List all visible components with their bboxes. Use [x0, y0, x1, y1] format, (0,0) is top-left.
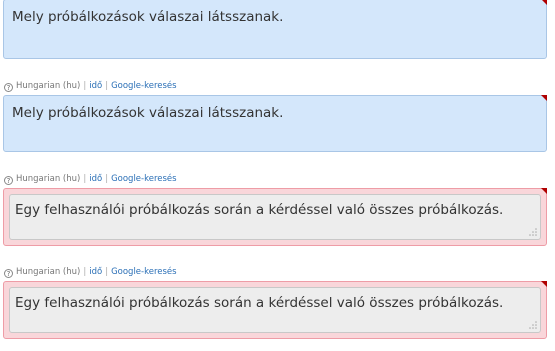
separator: |: [83, 81, 87, 91]
language-label: Hungarian (hu): [16, 267, 81, 277]
resize-grip-icon[interactable]: [529, 228, 537, 236]
separator: |: [105, 267, 109, 277]
time-link[interactable]: idő: [89, 81, 102, 91]
corner-marker: [541, 281, 547, 287]
language-label: Hungarian (hu): [16, 81, 81, 91]
separator: |: [83, 267, 87, 277]
help-icon[interactable]: ?: [4, 269, 13, 278]
translation-box-2[interactable]: Mely próbálkozások válaszai látsszanak.: [3, 95, 547, 152]
separator: |: [105, 174, 109, 184]
separator: |: [83, 174, 87, 184]
separator: |: [105, 81, 109, 91]
translation-textarea[interactable]: Egy felhasználói próbálkozás során a kér…: [9, 194, 541, 240]
meta-row-3: ? Hungarian (hu) | idő | Google-keresés: [4, 266, 177, 278]
translation-text: Mely próbálkozások válaszai látsszanak.: [12, 105, 284, 121]
translation-text: Egy felhasználói próbálkozás során a kér…: [15, 295, 504, 311]
help-icon[interactable]: ?: [4, 176, 13, 185]
translation-box-1[interactable]: Mely próbálkozások válaszai látsszanak.: [3, 0, 547, 59]
corner-marker: [541, 188, 547, 194]
resize-grip-icon[interactable]: [529, 321, 537, 329]
translation-box-4: Egy felhasználói próbálkozás során a kér…: [3, 281, 547, 339]
language-label: Hungarian (hu): [16, 174, 81, 184]
translation-textarea[interactable]: Egy felhasználói próbálkozás során a kér…: [9, 287, 541, 333]
translation-box-3: Egy felhasználói próbálkozás során a kér…: [3, 188, 547, 246]
translation-text: Egy felhasználói próbálkozás során a kér…: [15, 202, 504, 218]
corner-marker: [541, 95, 547, 101]
help-icon[interactable]: ?: [4, 83, 13, 92]
time-link[interactable]: idő: [89, 174, 102, 184]
google-search-link[interactable]: Google-keresés: [111, 267, 177, 277]
meta-row-2: ? Hungarian (hu) | idő | Google-keresés: [4, 173, 177, 185]
meta-row-1: ? Hungarian (hu) | idő | Google-keresés: [4, 80, 177, 92]
corner-marker: [541, 0, 547, 5]
time-link[interactable]: idő: [89, 267, 102, 277]
translation-text: Mely próbálkozások válaszai látsszanak.: [12, 9, 284, 25]
google-search-link[interactable]: Google-keresés: [111, 174, 177, 184]
google-search-link[interactable]: Google-keresés: [111, 81, 177, 91]
